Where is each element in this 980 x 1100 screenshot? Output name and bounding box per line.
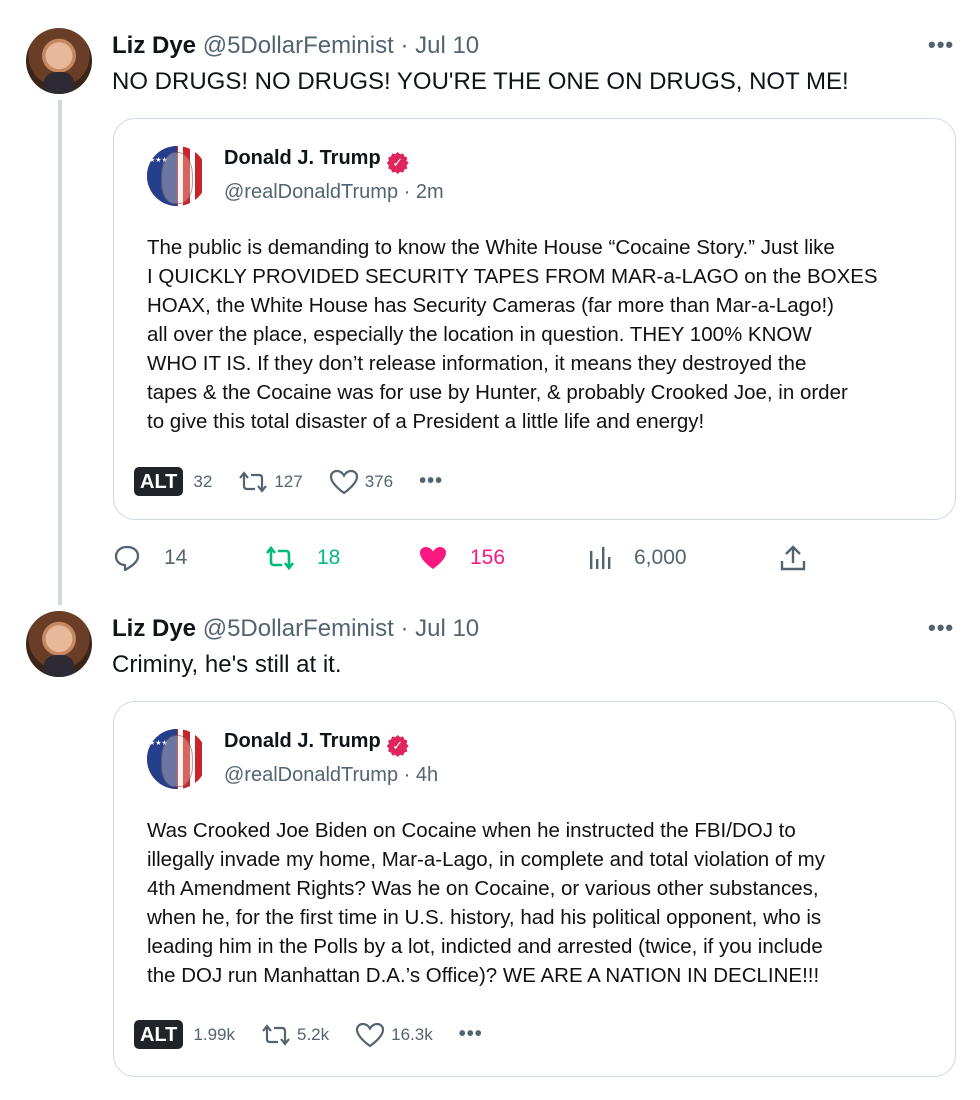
author-name[interactable]: Liz Dye bbox=[112, 615, 196, 642]
retweet-count: 18 bbox=[317, 546, 341, 569]
quoted-post-line: to give this total disaster of a Preside… bbox=[147, 410, 705, 433]
quoted-post-line: tapes & the Cocaine was for use by Hunte… bbox=[147, 381, 848, 404]
quoted-post-stats: ALT 32 127 376 ••• bbox=[134, 467, 443, 496]
author-handle[interactable]: @5DollarFeminist bbox=[203, 32, 394, 59]
quoted-replies-count: 32 bbox=[193, 471, 213, 491]
retweet-icon bbox=[265, 545, 295, 571]
tweet-action-bar: 14 18 156 6,000 bbox=[112, 537, 812, 579]
quoted-post-line: I QUICKLY PROVIDED SECURITY TAPES FROM M… bbox=[147, 265, 878, 288]
tweet-text: NO DRUGS! NO DRUGS! YOU'RE THE ONE ON DR… bbox=[112, 68, 849, 95]
verified-badge-icon: ✓ bbox=[386, 735, 409, 757]
quoted-likes-count: 376 bbox=[364, 471, 394, 491]
reply-count: 14 bbox=[164, 546, 188, 569]
quoted-retruths-count: 127 bbox=[274, 471, 303, 491]
quoted-post-line: WHO IT IS. If they don’t release informa… bbox=[147, 352, 807, 375]
quoted-post-line: Was Crooked Joe Biden on Cocaine when he… bbox=[147, 819, 796, 842]
author-name[interactable]: Liz Dye bbox=[112, 32, 196, 59]
thread-connector-line bbox=[58, 100, 62, 605]
quoted-post-stats: ALT 1.99k 5.2k 16.3k ••• bbox=[134, 1020, 483, 1049]
quoted-more-icon[interactable]: ••• bbox=[459, 1023, 483, 1046]
tweet-date[interactable]: · Jul 10 bbox=[400, 32, 479, 59]
quoted-likes-stat[interactable]: 376 bbox=[329, 469, 393, 495]
quoted-post-card[interactable]: Donald J. Trump✓ @realDonaldTrump · 2m T… bbox=[113, 118, 956, 520]
tweet-2[interactable]: Liz Dye @5DollarFeminist · Jul 10 ••• Cr… bbox=[0, 605, 980, 1100]
quoted-author-name[interactable]: Donald J. Trump ✓ bbox=[224, 730, 409, 757]
quoted-post-line: leading him in the Polls by a lot, indic… bbox=[147, 935, 823, 958]
verified-badge-icon: ✓ bbox=[386, 152, 409, 174]
face-icon bbox=[161, 152, 193, 204]
like-button[interactable]: 156 bbox=[418, 537, 505, 579]
quoted-author-avatar[interactable] bbox=[147, 146, 207, 206]
quoted-replies-count: 1.99k bbox=[193, 1024, 235, 1044]
reply-icon bbox=[114, 545, 140, 572]
more-options-icon[interactable]: ••• bbox=[928, 615, 954, 641]
quoted-retruths-stat[interactable]: 5.2k bbox=[261, 1023, 329, 1047]
quoted-post-line: illegally invade my home, Mar-a-Lago, in… bbox=[147, 848, 825, 871]
author-row: Liz Dye @5DollarFeminist · Jul 10 bbox=[112, 614, 479, 644]
heart-outline-icon bbox=[356, 1022, 385, 1047]
quoted-author-handle[interactable]: @realDonaldTrump · 4h bbox=[224, 764, 438, 787]
author-row: Liz Dye @5DollarFeminist · Jul 10 bbox=[112, 31, 479, 61]
face-icon bbox=[161, 735, 193, 787]
heart-filled-icon bbox=[420, 547, 446, 569]
quoted-post-line: HOAX, the White House has Security Camer… bbox=[147, 294, 835, 317]
quoted-retruths-count: 5.2k bbox=[297, 1024, 330, 1044]
views-button[interactable]: 6,000 bbox=[588, 537, 687, 579]
quoted-post-text: Was Crooked Joe Biden on Cocaine when he… bbox=[147, 816, 825, 990]
views-bar-chart-icon bbox=[590, 547, 611, 569]
quoted-post-text: The public is demanding to know the Whit… bbox=[147, 233, 878, 436]
heart-outline-icon bbox=[329, 469, 358, 494]
quoted-post-line: The public is demanding to know the Whit… bbox=[147, 236, 835, 259]
quoted-more-icon[interactable]: ••• bbox=[419, 470, 443, 493]
share-icon bbox=[780, 545, 806, 571]
quoted-author-avatar[interactable] bbox=[147, 729, 207, 789]
quoted-post-line: the DOJ run Manhattan D.A.’s Office)? WE… bbox=[147, 964, 820, 987]
alt-text-badge[interactable]: ALT bbox=[134, 467, 184, 496]
quoted-replies-stat[interactable]: 32 bbox=[193, 472, 212, 492]
quoted-retruths-stat[interactable]: 127 bbox=[238, 470, 303, 494]
like-count: 156 bbox=[470, 546, 506, 569]
author-handle[interactable]: @5DollarFeminist bbox=[203, 615, 394, 642]
quoted-post-line: when he, for the first time in U.S. hist… bbox=[147, 906, 822, 929]
quoted-author-handle[interactable]: @realDonaldTrump · 2m bbox=[224, 181, 444, 204]
share-button[interactable] bbox=[780, 537, 828, 579]
views-count: 6,000 bbox=[634, 546, 687, 569]
tweet-text: Criminy, he's still at it. bbox=[112, 651, 342, 678]
reply-button[interactable]: 14 bbox=[112, 537, 187, 579]
quoted-post-line: 4th Amendment Rights? Was he on Cocaine,… bbox=[147, 877, 819, 900]
quoted-replies-stat[interactable]: 1.99k bbox=[193, 1025, 235, 1045]
tweet-1[interactable]: Liz Dye @5DollarFeminist · Jul 10 ••• NO… bbox=[0, 0, 980, 605]
more-options-icon[interactable]: ••• bbox=[928, 32, 954, 58]
author-avatar[interactable] bbox=[26, 28, 92, 94]
quoted-post-line: all over the place, especially the locat… bbox=[147, 323, 812, 346]
alt-text-badge[interactable]: ALT bbox=[134, 1020, 184, 1049]
quoted-likes-stat[interactable]: 16.3k bbox=[355, 1022, 433, 1048]
retweet-button[interactable]: 18 bbox=[265, 537, 340, 579]
retruth-icon bbox=[239, 470, 268, 493]
author-avatar[interactable] bbox=[26, 611, 92, 677]
quoted-author-name-text: Donald J. Trump bbox=[224, 147, 381, 169]
quoted-likes-count: 16.3k bbox=[391, 1024, 433, 1044]
quoted-author-name-text: Donald J. Trump bbox=[224, 730, 381, 752]
quoted-post-card[interactable]: Donald J. Trump✓ @realDonaldTrump · 4h W… bbox=[113, 701, 956, 1077]
tweet-date[interactable]: · Jul 10 bbox=[400, 615, 479, 642]
retruth-icon bbox=[262, 1023, 290, 1046]
quoted-author-name[interactable]: Donald J. Trump ✓ bbox=[224, 147, 409, 174]
